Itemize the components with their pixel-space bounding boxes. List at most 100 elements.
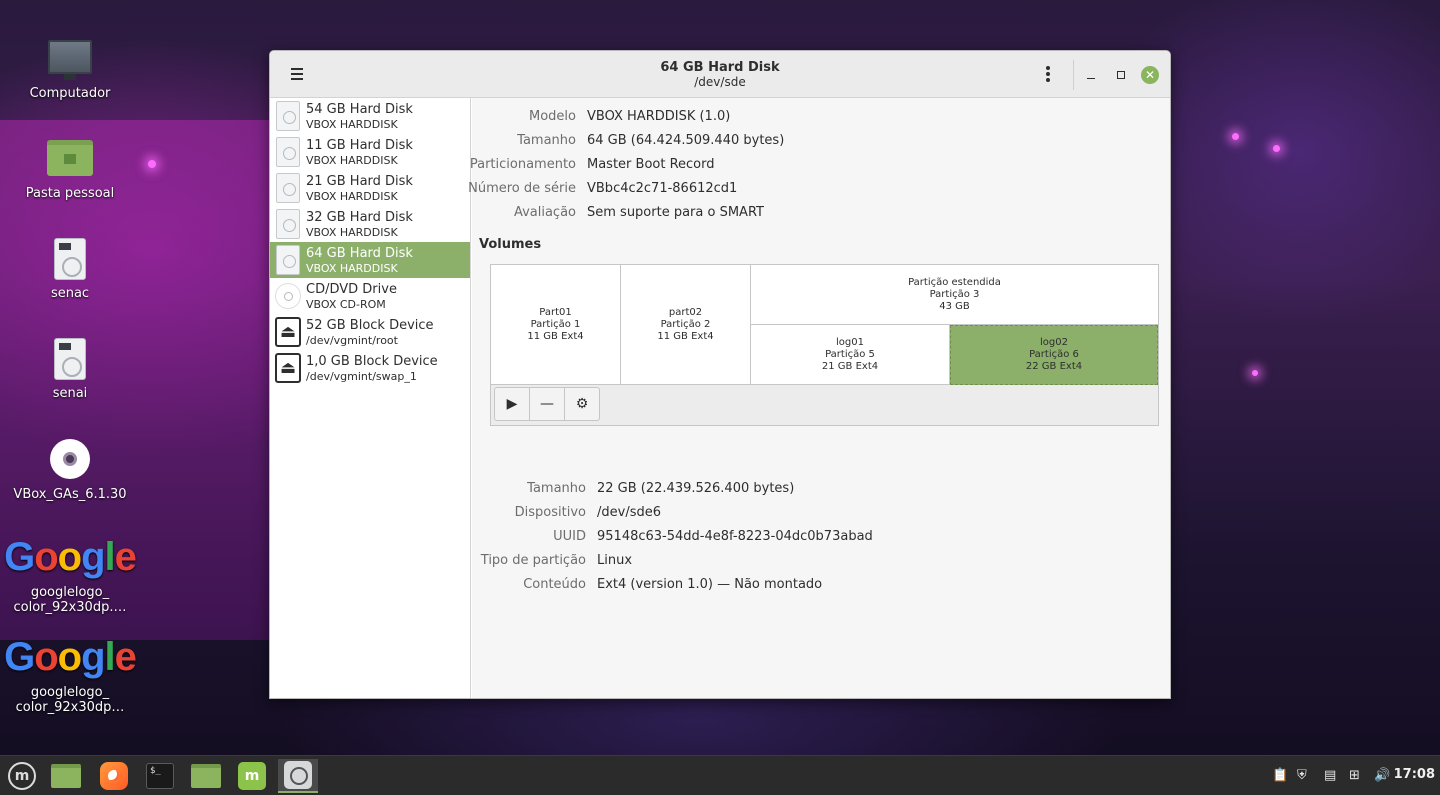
desktop-icon-vbox-gas[interactable]: VBox_GAs_6.1.30 xyxy=(0,439,140,502)
wallpaper-light xyxy=(148,160,156,168)
disk-name: 11 GB Hard Disk xyxy=(306,138,413,153)
desktop-icon-label: Computador xyxy=(29,86,111,101)
disk-item-21gb[interactable]: 21 GB Hard Disk VBOX HARDDISK xyxy=(270,170,470,206)
disk-subtitle: VBOX HARDDISK xyxy=(306,262,398,275)
window-subtitle: /dev/sde xyxy=(694,75,746,89)
partition-size-value: 22 GB (22.439.526.400 bytes) xyxy=(597,481,795,496)
hard-disk-icon xyxy=(276,173,300,203)
google-logo-image: Google xyxy=(4,535,137,579)
size-value: 64 GB (64.424.509.440 bytes) xyxy=(587,133,785,148)
disk-subtitle: VBOX CD-ROM xyxy=(306,298,386,311)
volume-icon[interactable]: 🔊 xyxy=(1374,768,1390,783)
wallpaper-light xyxy=(1232,133,1239,140)
folder-icon xyxy=(191,764,221,788)
titlebar-separator xyxy=(1073,60,1074,90)
wallpaper-light xyxy=(1273,145,1280,152)
partition-number: Partição 2 xyxy=(660,318,711,330)
desktop-icon-label: Pasta pessoal xyxy=(25,186,115,201)
partition-number: Partição 5 xyxy=(825,348,875,360)
taskbar-files-launcher-2[interactable] xyxy=(186,759,226,793)
partition-info: 11 GB Ext4 xyxy=(657,330,714,342)
partition-name: Partição estendida xyxy=(908,276,1001,288)
partition-number: Partição 6 xyxy=(1029,349,1079,360)
clock[interactable]: 17:08 xyxy=(1394,767,1435,782)
disk-name: 1,0 GB Block Device xyxy=(306,354,438,369)
partition-type-value: Linux xyxy=(597,553,633,568)
desktop-icon-home[interactable]: Pasta pessoal xyxy=(0,140,140,201)
device-value: /dev/sde6 xyxy=(597,505,661,520)
model-label: Modelo xyxy=(529,109,576,124)
partition-info: 21 GB Ext4 xyxy=(821,360,879,372)
assessment-value: Sem suporte para o SMART xyxy=(587,205,764,220)
disk-item-32gb[interactable]: 32 GB Hard Disk VBOX HARDDISK xyxy=(270,206,470,242)
partitioning-label: Particionamento xyxy=(469,157,576,172)
uuid-value: 95148c63-54dd-4e8f-8223-04dc0b73abad xyxy=(597,529,873,544)
hard-disk-icon xyxy=(276,209,300,239)
desktop-icon-senai[interactable]: senai xyxy=(0,338,140,401)
clipboard-icon[interactable]: 📋 xyxy=(1272,768,1288,783)
partition-part02[interactable]: part02 Partição 2 11 GB Ext4 xyxy=(621,265,751,385)
disk-name: 21 GB Hard Disk xyxy=(306,174,413,189)
close-button[interactable]: ✕ xyxy=(1141,66,1159,84)
partition-number: Partição 1 xyxy=(530,318,581,330)
mount-button[interactable]: ▶ xyxy=(494,387,530,421)
taskbar-disks-window[interactable] xyxy=(278,759,318,793)
network-icon[interactable]: ⊞ xyxy=(1349,768,1360,783)
desktop-icon-senac[interactable]: senac xyxy=(0,238,140,301)
taskbar-files-launcher[interactable] xyxy=(46,759,86,793)
more-options-icon[interactable] xyxy=(1045,66,1051,84)
shield-icon[interactable]: ⛨ xyxy=(1297,768,1307,783)
hard-disk-icon xyxy=(276,101,300,131)
disk-item-64gb[interactable]: 64 GB Hard Disk VBOX HARDDISK xyxy=(270,242,470,278)
hamburger-menu-icon[interactable] xyxy=(288,68,306,82)
desktop-icon-label: senac xyxy=(50,286,90,301)
volumes-heading: Volumes xyxy=(479,237,542,252)
partition-toolbar: ▶ — ⚙ xyxy=(494,387,600,422)
partition-name: part02 xyxy=(668,306,703,318)
disk-item-block-swap[interactable]: 1,0 GB Block Device /dev/vgmint/swap_1 xyxy=(270,350,470,386)
disk-list-sidebar: 54 GB Hard Disk VBOX HARDDISK 11 GB Hard… xyxy=(270,98,471,698)
disk-name: 54 GB Hard Disk xyxy=(306,102,413,117)
disk-subtitle: VBOX HARDDISK xyxy=(306,118,398,131)
content-label: Conteúdo xyxy=(523,577,586,592)
disk-item-11gb[interactable]: 11 GB Hard Disk VBOX HARDDISK xyxy=(270,134,470,170)
partition-log02[interactable]: log02 Partição 6 22 GB Ext4 xyxy=(950,325,1158,385)
partition-part01[interactable]: Part01 Partição 1 11 GB Ext4 xyxy=(491,265,621,385)
document-icon[interactable]: ▤ xyxy=(1324,768,1336,783)
disks-window: 64 GB Hard Disk /dev/sde ✕ 54 GB Hard Di… xyxy=(269,50,1171,699)
model-value: VBOX HARDDISK (1.0) xyxy=(587,109,731,124)
partition-info: 43 GB xyxy=(939,300,970,312)
disk-item-block-root[interactable]: 52 GB Block Device /dev/vgmint/root xyxy=(270,314,470,350)
folder-icon xyxy=(47,140,93,176)
hard-disk-icon xyxy=(276,245,300,275)
taskbar-firefox-launcher[interactable] xyxy=(94,759,134,793)
partition-size-label: Tamanho xyxy=(527,481,586,496)
start-menu-button[interactable]: m xyxy=(2,759,42,793)
maximize-button[interactable] xyxy=(1111,65,1131,85)
optical-drive-icon xyxy=(275,283,301,309)
partition-settings-button[interactable]: ⚙ xyxy=(564,387,600,421)
hard-disk-icon xyxy=(276,137,300,167)
partition-name: log02 xyxy=(1040,337,1068,348)
taskbar-mintinstall-launcher[interactable]: m xyxy=(232,759,272,793)
disk-item-54gb[interactable]: 54 GB Hard Disk VBOX HARDDISK xyxy=(270,98,470,134)
size-label: Tamanho xyxy=(517,133,576,148)
disk-item-cd-dvd[interactable]: CD/DVD Drive VBOX CD-ROM xyxy=(270,278,470,314)
delete-partition-button[interactable]: — xyxy=(529,387,565,421)
taskbar-terminal-launcher[interactable]: $_ xyxy=(140,759,180,793)
partition-name: log01 xyxy=(836,336,864,348)
desktop-icon-googlelogo-1[interactable]: Google googlelogo_ color_92x30dp.… xyxy=(0,537,140,615)
minimize-button[interactable] xyxy=(1081,65,1101,85)
disk-subtitle: VBOX HARDDISK xyxy=(306,190,398,203)
title-bar[interactable]: 64 GB Hard Disk /dev/sde ✕ xyxy=(270,51,1170,98)
desktop-icon-googlelogo-2[interactable]: Google googlelogo_ color_92x30dp… xyxy=(0,637,140,715)
partition-log01[interactable]: log01 Partição 5 21 GB Ext4 xyxy=(751,325,950,385)
eject-icon xyxy=(275,353,301,383)
partition-name: Part01 xyxy=(539,306,572,318)
drive-icon xyxy=(54,238,86,280)
partition-type-label: Tipo de partição xyxy=(480,553,586,568)
disc-icon xyxy=(50,439,90,479)
desktop-icon-computer[interactable]: Computador xyxy=(0,40,140,101)
partition-extended[interactable]: Partição estendida Partição 3 43 GB xyxy=(751,265,1158,325)
window-title: 64 GB Hard Disk xyxy=(660,60,780,75)
